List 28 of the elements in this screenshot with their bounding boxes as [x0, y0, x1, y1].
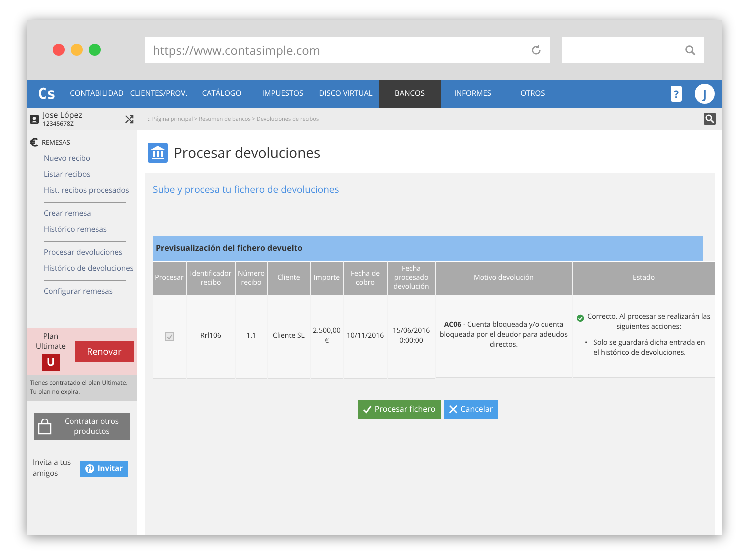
- contact-card-icon: [30, 114, 39, 124]
- user-name: Jose López: [43, 110, 84, 120]
- page-title: Procesar devoluciones: [174, 144, 321, 162]
- bank-icon: [148, 143, 168, 163]
- search-icon[interactable]: [704, 113, 716, 125]
- close-light-icon[interactable]: [53, 44, 65, 56]
- plan-badge: U: [42, 354, 60, 371]
- shopping-bag-icon: [38, 418, 52, 434]
- avatar[interactable]: J: [694, 83, 716, 105]
- check-icon: [166, 334, 172, 340]
- page-subtitle: Sube y procesa tu fichero de devoluciones: [153, 183, 340, 196]
- cancel-button[interactable]: Cancelar: [444, 400, 498, 419]
- table-caption: Previsualización del fichero devuelto: [153, 236, 703, 261]
- reload-icon[interactable]: [531, 44, 542, 56]
- search-field[interactable]: [562, 37, 704, 63]
- process-button[interactable]: Procesar fichero: [358, 400, 441, 419]
- search-icon: [685, 44, 696, 56]
- shuffle-icon[interactable]: [125, 114, 134, 124]
- euro-icon: [30, 138, 39, 147]
- renew-button[interactable]: Renovar: [75, 341, 134, 362]
- logo[interactable]: Cs: [27, 80, 67, 108]
- check-icon: [362, 405, 372, 414]
- close-icon: [448, 405, 458, 414]
- minimize-light-icon[interactable]: [71, 44, 83, 56]
- globe-icon: [84, 464, 95, 474]
- zoom-light-icon[interactable]: [89, 44, 101, 56]
- help-icon[interactable]: ?: [671, 86, 682, 102]
- address-bar[interactable]: https://www.contasimple.com: [145, 37, 550, 63]
